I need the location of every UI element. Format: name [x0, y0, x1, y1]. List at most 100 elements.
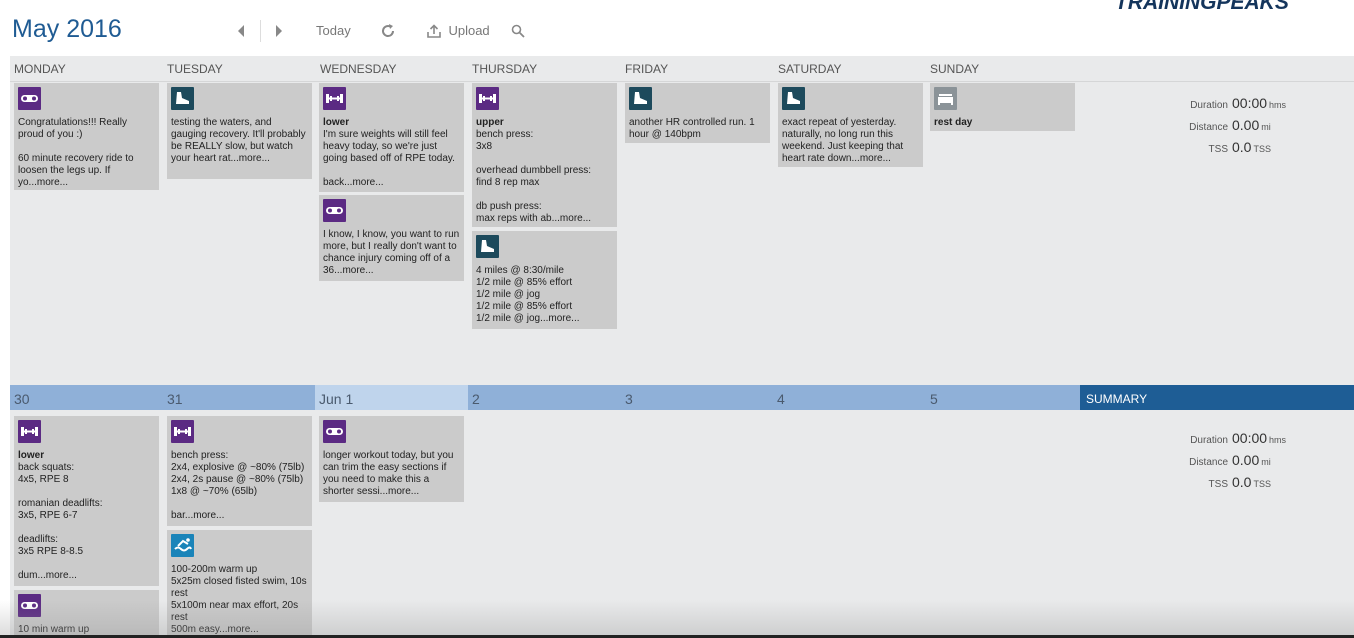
column-menu-handle[interactable]: ⋮ — [1350, 62, 1354, 73]
strength-icon — [18, 420, 41, 443]
run-shoe-icon — [171, 87, 194, 110]
workout-description: 4 miles @ 8:30/mile 1/2 mile @ 85% effor… — [476, 265, 580, 324]
tss-unit: TSS — [1253, 144, 1271, 154]
summary-duration: Duration 00:00 hms — [1168, 429, 1298, 451]
summary-distance: Distance 0.00 mi — [1168, 451, 1298, 473]
bike-icon — [323, 199, 346, 222]
bike-icon — [18, 87, 41, 110]
upload-button[interactable]: Upload — [426, 22, 490, 40]
summary-tss: TSS 0.0 TSS — [1168, 138, 1298, 160]
distance-value-wrap: 0.00 mi — [1232, 452, 1271, 468]
workout-card[interactable]: another HR controlled run. 1 hour @ 140b… — [625, 83, 770, 143]
duration-label: Duration — [1190, 435, 1228, 446]
workout-description: back squats: 4x5, RPE 8 romanian deadlif… — [18, 462, 103, 581]
workout-description: testing the waters, and gauging recovery… — [171, 117, 306, 164]
duration-value-wrap: 00:00 hms — [1232, 430, 1286, 446]
distance-unit: mi — [1261, 457, 1271, 467]
duration-value: 00:00 — [1232, 95, 1268, 111]
search-button[interactable] — [511, 24, 525, 43]
run-shoe-icon — [782, 87, 805, 110]
tss-value: 0.0 — [1232, 139, 1252, 155]
summary-header: SUMMARY — [1080, 385, 1354, 410]
workout-description: another HR controlled run. 1 hour @ 140b… — [629, 117, 755, 140]
workout-title: lower — [323, 117, 350, 128]
refresh-button[interactable] — [380, 23, 396, 44]
refresh-icon — [382, 24, 395, 37]
distance-value: 0.00 — [1232, 452, 1260, 468]
workout-card[interactable]: 100-200m warm up 5x25m closed fisted swi… — [167, 530, 312, 638]
date-jun-4[interactable]: 4 — [773, 385, 926, 410]
distance-value-wrap: 0.00 mi — [1232, 117, 1271, 133]
workout-card[interactable]: longer workout today, but you can trim t… — [319, 416, 464, 502]
workout-description: Congratulations!!! Really proud of you :… — [18, 117, 134, 188]
summary-duration: Duration 00:00 hms — [1168, 94, 1298, 116]
date-jun-2[interactable]: 2 — [468, 385, 621, 410]
weekday-saturday: SATURDAY — [778, 62, 842, 76]
summary-distance: Distance 0.00 mi — [1168, 116, 1298, 138]
tss-value: 0.0 — [1232, 474, 1252, 490]
bike-icon — [18, 594, 41, 617]
workout-card[interactable]: bench press: 2x4, explosive @ ~80% (75lb… — [167, 416, 312, 526]
workout-title: upper — [476, 117, 504, 128]
distance-value: 0.00 — [1232, 117, 1260, 133]
tss-unit: TSS — [1253, 479, 1271, 489]
calendar-header: May 2016 Today Upload TRAININGPEAKS — [0, 0, 1354, 56]
previous-month-button[interactable] — [236, 24, 250, 38]
rest-day-icon — [934, 87, 957, 110]
tss-value-wrap: 0.0 TSS — [1232, 474, 1271, 490]
run-shoe-icon — [476, 235, 499, 258]
workout-title: lower — [18, 450, 45, 461]
upload-label: Upload — [448, 23, 490, 39]
workout-card[interactable]: lower I'm sure weights will still feel h… — [319, 83, 464, 192]
workout-card[interactable]: 4 miles @ 8:30/mile 1/2 mile @ 85% effor… — [472, 231, 617, 329]
workout-card[interactable]: testing the waters, and gauging recovery… — [167, 83, 312, 179]
workout-description: bench press: 2x4, explosive @ ~80% (75lb… — [171, 450, 305, 521]
strength-icon — [323, 87, 346, 110]
weekly-summary-2: Duration 00:00 hms Distance 0.00 mi TSS 0.… — [1168, 429, 1298, 495]
today-button[interactable]: Today — [316, 23, 351, 38]
weekday-tuesday: TUESDAY — [167, 62, 223, 76]
tss-label: TSS — [1208, 144, 1228, 155]
next-month-button[interactable] — [274, 24, 288, 38]
duration-value: 00:00 — [1232, 430, 1268, 446]
workout-description: 100-200m warm up 5x25m closed fisted swi… — [171, 564, 307, 635]
upload-icon — [427, 24, 441, 38]
weekday-friday: FRIDAY — [625, 62, 669, 76]
workout-description: I know, I know, you want to run more, bu… — [323, 229, 460, 276]
workout-description: I'm sure weights will still feel heavy t… — [323, 129, 455, 188]
workout-card[interactable]: Congratulations!!! Really proud of you :… — [14, 83, 159, 190]
date-jun-1-today[interactable]: Jun 1 — [315, 385, 468, 410]
week-2-date-row: 30 31 Jun 1 2 3 4 5 SUMMARY — [10, 385, 1354, 410]
month-label: May — [12, 15, 60, 43]
date-may-31[interactable]: 31 — [163, 385, 315, 410]
nav-divider — [260, 20, 261, 42]
workout-card[interactable]: rest day — [930, 83, 1075, 131]
month-title: May 2016 — [12, 15, 122, 44]
trainingpeaks-logo: TRAININGPEAKS — [1115, 0, 1289, 14]
workout-card[interactable]: 10 min warm up — [14, 590, 159, 638]
weekday-wednesday: WEDNESDAY — [320, 62, 397, 76]
distance-label: Distance — [1189, 122, 1228, 133]
search-icon — [511, 24, 525, 38]
summary-tss: TSS 0.0 TSS — [1168, 473, 1298, 495]
duration-unit: hms — [1269, 100, 1287, 110]
workout-description: longer workout today, but you can trim t… — [323, 450, 454, 497]
date-jun-5[interactable]: 5 — [926, 385, 1080, 410]
date-may-30[interactable]: 30 — [10, 385, 163, 410]
bike-icon — [323, 420, 346, 443]
workout-card[interactable]: exact repeat of yesterday. naturally, no… — [778, 83, 923, 167]
workout-description: exact repeat of yesterday. naturally, no… — [782, 117, 904, 164]
weekday-header-row: MONDAY TUESDAY WEDNESDAY THURSDAY FRIDAY… — [10, 56, 1354, 82]
date-jun-3[interactable]: 3 — [621, 385, 773, 410]
workout-card[interactable]: upper bench press: 3x8 overhead dumbbell… — [472, 83, 617, 227]
tss-value-wrap: 0.0 TSS — [1232, 139, 1271, 155]
workout-card[interactable]: lower back squats: 4x5, RPE 8 romanian d… — [14, 416, 159, 586]
distance-unit: mi — [1261, 122, 1271, 132]
weekday-monday: MONDAY — [14, 62, 66, 76]
swim-icon — [171, 534, 194, 557]
workout-card[interactable]: I know, I know, you want to run more, bu… — [319, 195, 464, 281]
workout-description: bench press: 3x8 overhead dumbbell press… — [476, 129, 592, 224]
strength-icon — [476, 87, 499, 110]
duration-unit: hms — [1269, 435, 1287, 445]
year-label: 2016 — [66, 15, 122, 43]
